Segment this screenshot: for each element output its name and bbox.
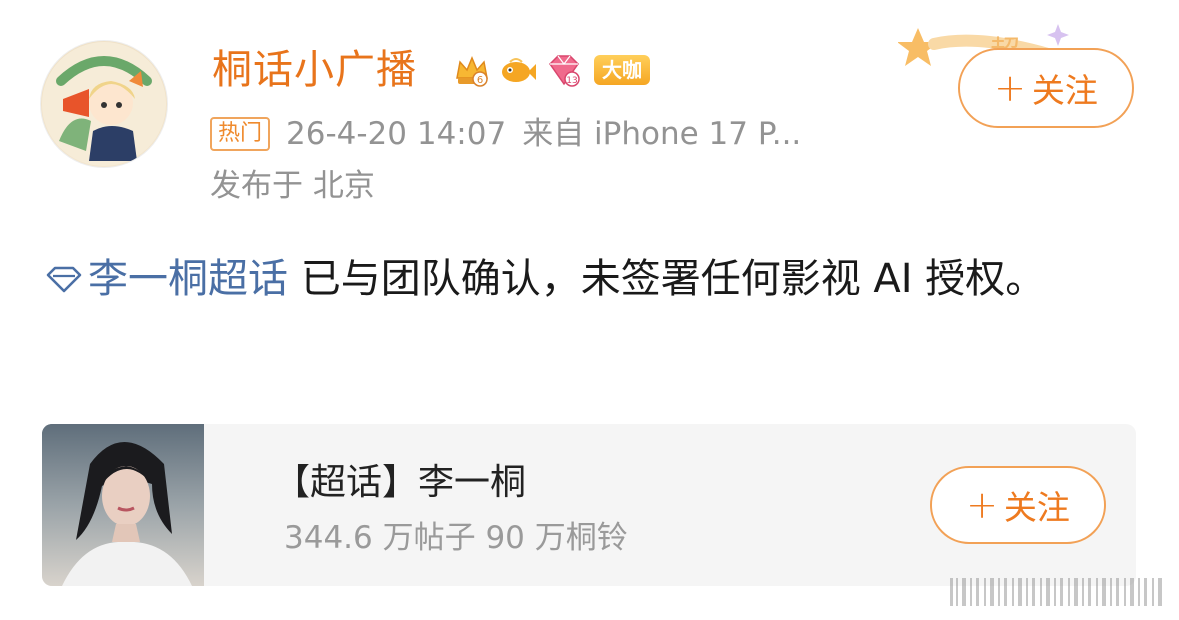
super-topic-card[interactable]: 【超话】李一桐 344.6 万帖子 90 万桐铃 + 关注	[42, 424, 1136, 586]
user-badges: 6 13 大咖	[452, 50, 650, 90]
topic-link[interactable]: 李一桐超话	[44, 256, 288, 302]
fish-badge-icon[interactable]	[498, 50, 538, 90]
dakai-badge[interactable]: 大咖	[594, 55, 650, 85]
follow-user-button[interactable]: + 关注	[958, 48, 1134, 128]
barcode-watermark-icon	[950, 578, 1162, 606]
post-timestamp: 26-4-20 14:07	[286, 116, 507, 152]
hot-tag[interactable]: 热门	[210, 117, 271, 151]
follow-label: 关注	[1003, 488, 1070, 527]
post-page: 桐话小广播 6 13 大咖 超 + 关注	[0, 0, 1179, 620]
card-title: 【超话】李一桐	[274, 462, 527, 503]
post-source: 来自 iPhone 17 P...	[522, 116, 802, 152]
plus-icon: +	[994, 66, 1026, 110]
crown-badge-icon[interactable]: 6	[452, 50, 492, 90]
username[interactable]: 桐话小广播	[212, 44, 417, 96]
portrait-image	[42, 424, 204, 586]
post-meta: 热门 26-4-20 14:07 来自 iPhone 17 P...	[210, 114, 801, 154]
topic-text: 李一桐超话	[88, 256, 288, 302]
topic-thumbnail	[42, 424, 204, 586]
crown-level: 6	[477, 75, 483, 86]
post-body: 已与团队确认，未签署任何影视 AI 授权。	[288, 256, 1046, 302]
follow-topic-button[interactable]: + 关注	[930, 466, 1106, 544]
user-avatar[interactable]	[40, 40, 168, 168]
card-stats: 344.6 万帖子 90 万桐铃	[284, 520, 628, 556]
gem-badge-icon[interactable]: 13	[544, 50, 584, 90]
avatar-illustration	[42, 42, 166, 166]
gem-level: 13	[566, 76, 577, 86]
diamond-topic-icon	[46, 266, 82, 293]
post-content: 李一桐超话 已与团队确认，未签署任何影视 AI 授权。	[44, 248, 1134, 310]
post-location: 发布于 北京	[210, 168, 375, 204]
plus-icon: +	[966, 483, 998, 527]
follow-label: 关注	[1031, 71, 1098, 110]
